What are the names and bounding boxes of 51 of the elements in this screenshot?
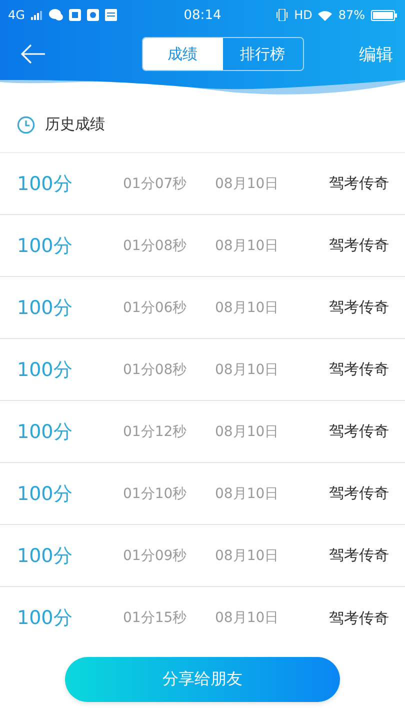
vibrate-icon (276, 9, 288, 21)
date-text: 08月10日 (215, 236, 280, 254)
score-value: 100分 (17, 482, 74, 506)
tab[interactable]: 排行榜 (222, 38, 302, 70)
date-text: 08月10日 (215, 298, 280, 316)
player-name: 驾考传奇 (329, 236, 389, 255)
battery-icon (371, 10, 397, 20)
duration-text: 01分08秒 (123, 236, 188, 254)
network-label: 4G (8, 8, 25, 22)
duration-text: 01分12秒 (123, 422, 188, 440)
chat-icon (48, 9, 63, 21)
duration-text: 01分15秒 (123, 609, 188, 627)
date-text: 08月10日 (215, 609, 280, 627)
share-button[interactable]: 分享给朋友 (65, 657, 340, 702)
score-value: 100分 (17, 234, 74, 258)
tab[interactable]: 成绩 (142, 38, 222, 70)
player-name: 驾考传奇 (329, 360, 389, 379)
date-text: 08月10日 (215, 546, 280, 564)
duration-text: 01分06秒 (123, 298, 188, 316)
notification-icon (86, 9, 99, 21)
score-value: 100分 (17, 296, 74, 320)
hd-label: HD (294, 8, 312, 22)
player-name: 驾考传奇 (329, 422, 389, 441)
clock-time: 08:14 (184, 8, 222, 22)
player-name: 驾考传奇 (329, 298, 389, 317)
duration-text: 01分07秒 (123, 174, 188, 192)
duration-text: 01分08秒 (123, 360, 188, 378)
date-text: 08月10日 (215, 174, 280, 192)
score-value: 100分 (17, 358, 74, 382)
date-text: 08月10日 (215, 484, 280, 502)
date-text: 08月10日 (215, 360, 280, 378)
wifi-icon (318, 10, 332, 20)
player-name: 驾考传奇 (329, 608, 389, 628)
date-text: 08月10日 (215, 422, 280, 440)
edit-button[interactable]: 编辑 (359, 42, 393, 66)
score-value: 100分 (17, 172, 74, 196)
signal-icon (30, 10, 43, 20)
battery-percent: 87% (338, 8, 365, 22)
duration-text: 01分09秒 (123, 546, 188, 564)
score-value: 100分 (17, 606, 74, 631)
player-name: 驾考传奇 (329, 484, 389, 503)
score-value: 100分 (17, 544, 74, 568)
duration-text: 01分10秒 (123, 484, 188, 502)
notification-icon (104, 9, 117, 21)
back-arrow-icon[interactable] (20, 44, 46, 64)
player-name: 驾考传奇 (329, 546, 389, 565)
clock-icon (17, 116, 35, 134)
player-name: 驾考传奇 (329, 174, 389, 193)
section-title: 历史成绩 (45, 115, 105, 134)
notification-icon (68, 9, 81, 21)
score-value: 100分 (17, 420, 74, 444)
